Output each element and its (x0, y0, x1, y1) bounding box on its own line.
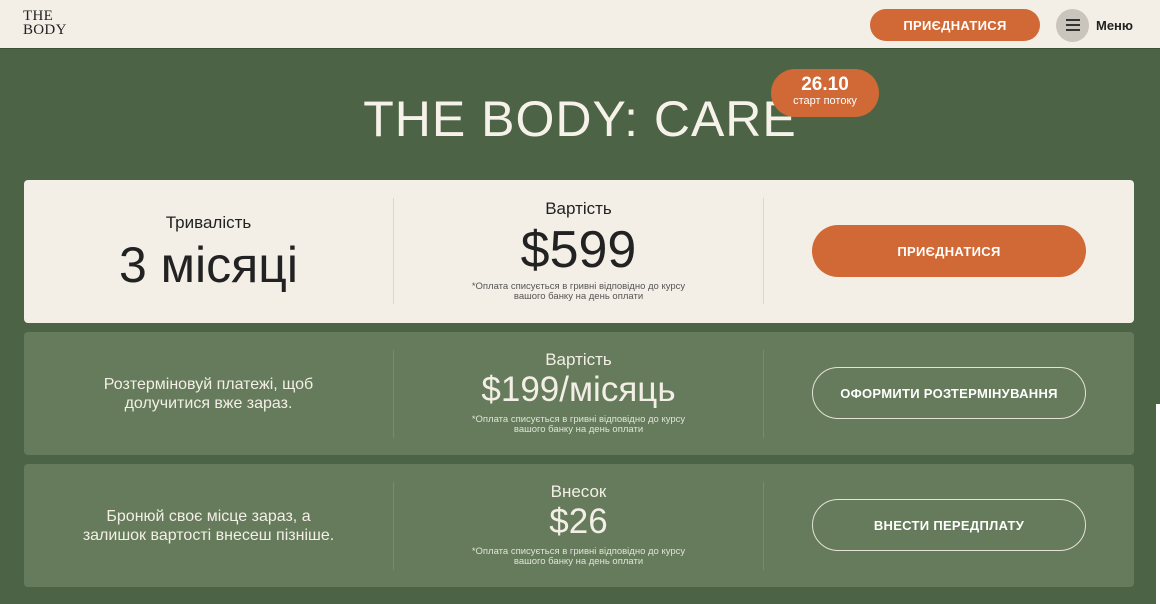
deposit-value: $26 (549, 502, 608, 541)
join-button[interactable]: ПРИЄДНАТИСЯ (812, 225, 1086, 277)
divider (763, 198, 764, 304)
payment-note: *Оплата списується в гривні відповідно д… (394, 547, 763, 567)
page-title: THE BODY: CARE (363, 91, 797, 147)
duration-value: 3 місяці (118, 237, 298, 293)
plan-card-deposit: Бронюй своє місце зараз, а залишок варто… (24, 464, 1134, 587)
badge-date: 26.10 (801, 74, 849, 95)
plan-card-installment: Розтерміновуй платежі, щоб долучитися вж… (24, 332, 1134, 455)
payment-note-line-2: вашого банку на день оплати (513, 556, 644, 567)
deposit-description: Бронюй своє місце зараз, а залишок варто… (24, 507, 393, 545)
logo[interactable]: THE BODY (23, 8, 67, 38)
deposit-description-line-2: залишок вартості внесеш пізніше. (82, 527, 335, 544)
installment-description-line-1: Розтерміновуй платежі, щоб (103, 376, 314, 393)
header-join-button[interactable]: ПРИЄДНАТИСЯ (870, 9, 1040, 41)
price-label: Вартість (545, 199, 612, 218)
divider (763, 482, 764, 570)
deposit-label: Внесок (550, 482, 607, 501)
badge-caption: старт потоку (793, 95, 857, 107)
start-date-badge: 26.10 старт потоку (771, 69, 879, 117)
price-value: $599 (520, 221, 637, 279)
price-label: Вартість (545, 350, 612, 369)
hamburger-icon[interactable] (1056, 8, 1089, 42)
logo-line-1: THE (23, 8, 54, 24)
divider (763, 350, 764, 438)
deposit-description-line-1: Бронюй своє місце зараз, а (106, 508, 311, 525)
prepayment-button[interactable]: ВНЕСТИ ПЕРЕДПЛАТУ (812, 499, 1086, 551)
plan-card-full: Тривалість 3 місяці Вартість $599 *Оплат… (24, 180, 1134, 323)
payment-note-line-2: вашого банку на день оплати (513, 291, 644, 302)
installment-description: Розтерміновуй платежі, щоб долучитися вж… (24, 375, 393, 413)
installment-description-line-2: долучитися вже зараз. (124, 395, 293, 412)
menu-label[interactable]: Меню (1096, 18, 1133, 33)
payment-note-line-2: вашого банку на день оплати (513, 424, 644, 435)
payment-note: *Оплата списується в гривні відповідно д… (394, 282, 763, 302)
menu-button[interactable]: Меню (1056, 8, 1133, 42)
installment-button[interactable]: ОФОРМИТИ РОЗТЕРМІНУВАННЯ (812, 367, 1086, 419)
site-header: THE BODY ПРИЄДНАТИСЯ Меню (0, 0, 1160, 49)
logo-line-2: BODY (23, 22, 67, 38)
price-value: $199/місяць (481, 370, 676, 409)
payment-note: *Оплата списується в гривні відповідно д… (394, 415, 763, 435)
duration-label: Тривалість (165, 213, 252, 232)
